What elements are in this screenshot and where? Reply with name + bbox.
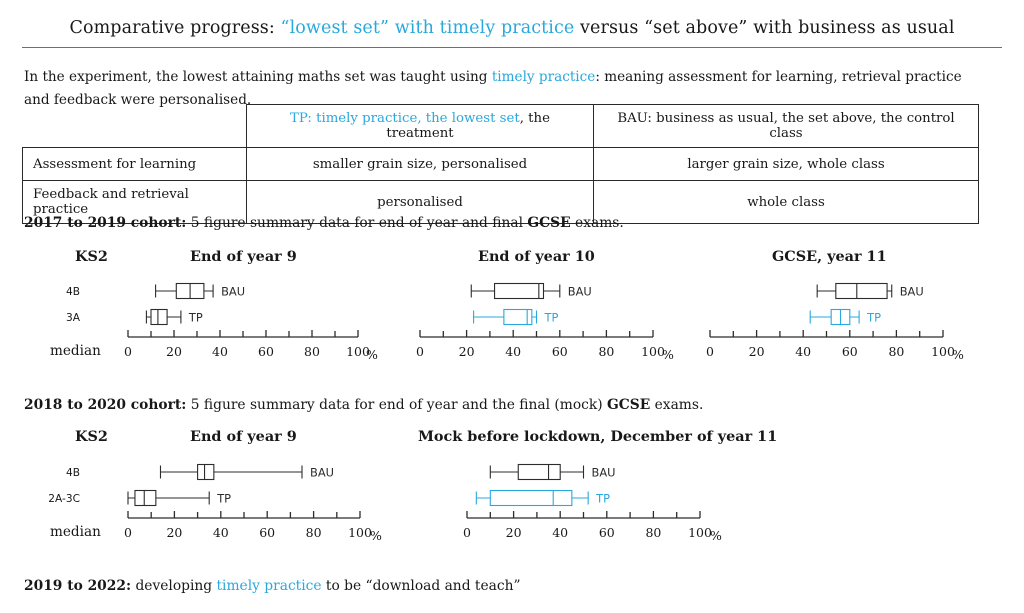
title-highlight: “lowest set” with timely practice — [280, 18, 575, 38]
comparison-table: TP: timely practice, the lowest set, the… — [22, 104, 979, 224]
cohort2-bold: 2018 to 2020 cohort: — [24, 397, 187, 413]
boxplot-series-bau — [489, 463, 585, 481]
intro-before: In the experiment, the lowest attaining … — [24, 69, 492, 85]
footer-highlight: timely practice — [216, 578, 322, 594]
title-divider — [22, 47, 1002, 48]
table-header-tp: TP: timely practice, the lowest set, the… — [246, 104, 594, 148]
boxplot-series-tp — [809, 308, 860, 326]
cohort1-bold: 2017 to 2019 cohort: — [24, 215, 187, 231]
series-label: BAU — [592, 466, 616, 480]
page-title: Comparative progress: “lowest set” with … — [0, 18, 1024, 38]
cohort1-bold2: GCSE — [527, 215, 571, 231]
cohort1-text-a: 5 figure summary data for end of year an… — [186, 215, 528, 231]
boxplot-series-bau — [816, 282, 893, 300]
cohort1-col-heading-2: End of year 10 — [478, 248, 595, 265]
boxplot-c1-gcse: BAU TP 0 20 40 60 80 100 % — [0, 275, 1000, 375]
footer-bold: 2019 to 2022: — [24, 578, 132, 594]
table-header-row: TP: timely practice, the lowest set, the… — [23, 104, 979, 148]
title-part1: Comparative progress: — [69, 18, 275, 38]
box — [517, 463, 561, 481]
title-part2: versus “set above” with business as usua… — [580, 18, 955, 38]
series-label: TP — [866, 311, 881, 325]
axis-tick-label: 40 — [552, 525, 568, 540]
cohort1-heading: 2017 to 2019 cohort: 5 figure summary da… — [24, 215, 624, 231]
cohort1-text-b: exams. — [570, 215, 624, 231]
footer-text-a: developing — [131, 578, 217, 594]
boxplot-svg: BAUTP0 20 40 60 80 100 — [706, 282, 955, 359]
intro-highlight: timely practice — [491, 69, 596, 85]
boxplot-svg: BAU TP 0 20 40 60 80 100 — [463, 463, 712, 540]
cohort1-col-heading-1: End of year 9 — [190, 248, 297, 265]
axis-tick-label: 100 — [688, 525, 712, 540]
axis-tick-label: 40 — [795, 344, 811, 359]
box — [835, 282, 888, 300]
axis-tick-label: 60 — [599, 525, 615, 540]
series-label: BAU — [900, 285, 924, 299]
slide-page: Comparative progress: “lowest set” with … — [0, 0, 1024, 613]
table-row: Assessment for learning smaller grain si… — [22, 147, 979, 181]
axis-tick-label: 80 — [645, 525, 661, 540]
boxplot-c2-mock: BAU TP 0 20 40 60 80 100 % — [0, 456, 760, 556]
footer-text-b: to be “download and teach” — [321, 578, 521, 594]
table-row-label: Assessment for learning — [22, 147, 247, 181]
boxplot-unit: % — [952, 347, 964, 362]
footer-line: 2019 to 2022: developing timely practice… — [24, 578, 521, 594]
table-corner-blank — [23, 105, 247, 148]
axis-tick-label: 60 — [842, 344, 858, 359]
table-cell-tp: smaller grain size, personalised — [246, 147, 594, 181]
boxplot-unit: % — [710, 528, 722, 543]
box — [489, 489, 573, 507]
cohort2-text-b: exams. — [650, 397, 704, 413]
cohort1-col-heading-3: GCSE, year 11 — [772, 248, 887, 265]
axis-tick-label: 0 — [463, 525, 471, 540]
cohort2-col-heading-1: End of year 9 — [190, 428, 297, 445]
cohort2-heading: 2018 to 2020 cohort: 5 figure summary da… — [24, 397, 703, 413]
table-cell-bau: larger grain size, whole class — [593, 147, 979, 181]
cohort2-col-heading-2: Mock before lockdown, December of year 1… — [418, 428, 778, 445]
axis — [466, 511, 701, 519]
series-label: TP — [595, 492, 610, 506]
axis-tick-label: 20 — [749, 344, 765, 359]
boxplot-series-tp — [475, 489, 589, 507]
cohort1-ks2-label: KS2 — [75, 248, 108, 265]
table-header-tp-highlight: TP: timely practice, the lowest set — [290, 111, 520, 126]
table-header-bau: BAU: business as usual, the set above, t… — [593, 104, 979, 148]
cohort2-bold2: GCSE — [607, 397, 651, 413]
axis-tick-label: 0 — [706, 344, 714, 359]
axis — [709, 330, 944, 338]
axis-tick-label: 20 — [506, 525, 522, 540]
cohort2-ks2-label: KS2 — [75, 428, 108, 445]
axis-tick-label: 80 — [888, 344, 904, 359]
cohort2-text-a: 5 figure summary data for end of year an… — [186, 397, 607, 413]
table-cell-bau: whole class — [593, 180, 979, 224]
